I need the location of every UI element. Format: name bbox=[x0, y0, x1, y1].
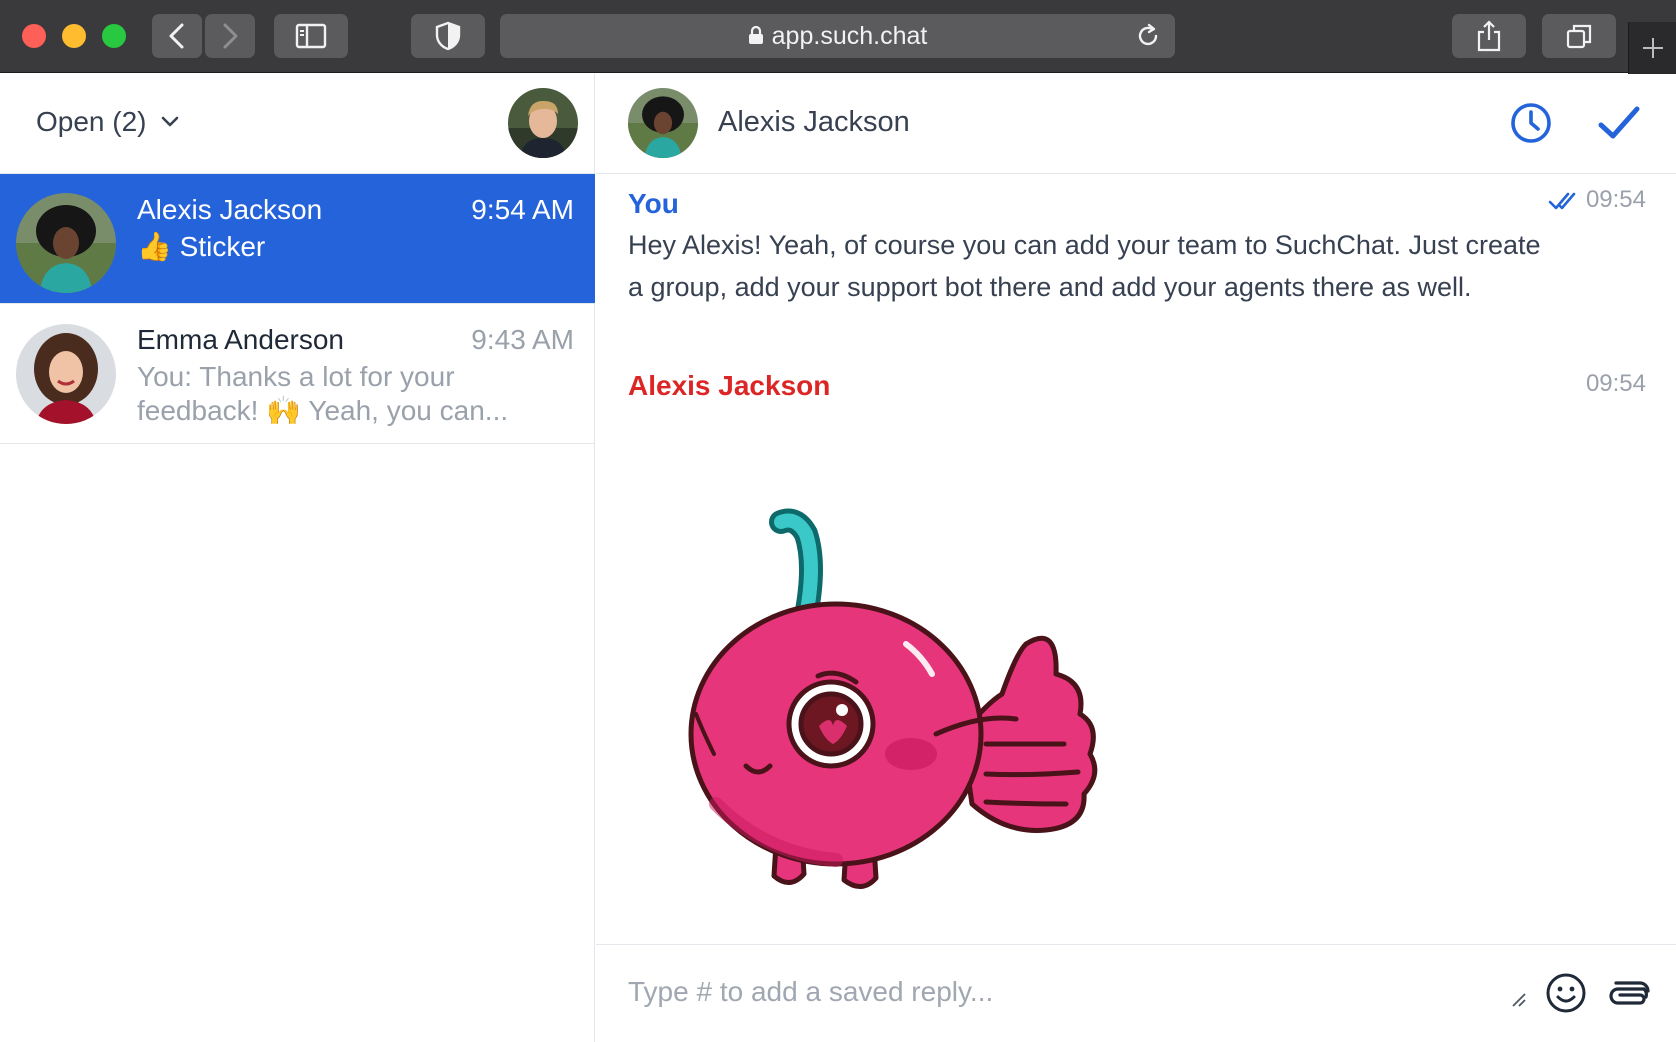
reload-icon[interactable] bbox=[1135, 23, 1161, 49]
share-icon bbox=[1477, 20, 1501, 52]
message-author: Alexis Jackson bbox=[628, 370, 831, 401]
preview-line-2: feedback! 🙌 Yeah, you can... bbox=[137, 394, 537, 428]
conversation-name: Alexis Jackson bbox=[137, 194, 323, 225]
conversation-list-header: Open (2) bbox=[0, 74, 595, 174]
sidebar-toggle-button[interactable] bbox=[274, 14, 348, 58]
clock-icon bbox=[1511, 103, 1551, 143]
raised-hands-icon: 🙌 bbox=[266, 395, 302, 426]
message-author: You bbox=[628, 188, 679, 219]
zoom-window-button[interactable] bbox=[102, 24, 126, 48]
message-time: 09:54 bbox=[1548, 186, 1646, 214]
message-time-text: 09:54 bbox=[1585, 186, 1646, 213]
paperclip-icon bbox=[1609, 981, 1650, 1005]
preview-text: Sticker bbox=[179, 231, 266, 262]
contact-avatar bbox=[16, 324, 116, 424]
forward-button[interactable] bbox=[205, 14, 255, 58]
chevron-left-icon bbox=[169, 23, 184, 49]
conversation-preview: 👍 Sticker bbox=[137, 230, 537, 264]
close-window-button[interactable] bbox=[22, 24, 46, 48]
cherry-thumbs-up-sticker bbox=[688, 508, 1098, 889]
preview-text-a: feedback! bbox=[137, 395, 267, 426]
privacy-shield-button[interactable] bbox=[411, 14, 485, 58]
shield-icon bbox=[435, 21, 461, 51]
resize-grip-icon bbox=[1512, 993, 1526, 1007]
lock-icon bbox=[748, 15, 764, 59]
emoji-button[interactable] bbox=[1544, 971, 1588, 1015]
checkmark-icon bbox=[1598, 106, 1640, 139]
sidebar-icon bbox=[295, 23, 327, 49]
attach-file-button[interactable] bbox=[1604, 971, 1652, 1015]
minimize-window-button[interactable] bbox=[62, 24, 86, 48]
chevron-right-icon bbox=[223, 23, 238, 49]
chat-contact-avatar[interactable] bbox=[628, 88, 698, 158]
conversation-item-emma-anderson[interactable]: Emma Anderson 9:43 AM You: Thanks a lot … bbox=[0, 304, 595, 444]
preview-text-b: Yeah, you can... bbox=[301, 395, 509, 426]
address-bar[interactable]: app.such.chat bbox=[500, 14, 1175, 58]
conversation-time: 9:43 AM bbox=[471, 324, 574, 355]
resize-handle[interactable] bbox=[1504, 985, 1534, 1015]
plus-icon bbox=[1643, 38, 1663, 58]
new-tab-button[interactable] bbox=[1628, 22, 1676, 74]
filter-label: Open (2) bbox=[36, 106, 147, 137]
conversation-list-panel: Open (2) Alexis Jackson 9:54 AM 👍 Sticke… bbox=[0, 74, 595, 1042]
resolve-button[interactable] bbox=[1594, 98, 1644, 148]
message-time: 09:54 bbox=[1585, 370, 1646, 397]
conversation-preview: You: Thanks a lot for your feedback! 🙌 Y… bbox=[137, 360, 537, 428]
snooze-button[interactable] bbox=[1506, 98, 1556, 148]
url-display[interactable]: app.such.chat bbox=[500, 14, 1175, 58]
chevron-down-icon bbox=[161, 116, 178, 127]
conversation-name: Emma Anderson bbox=[137, 324, 344, 355]
url-text: app.such.chat bbox=[771, 22, 928, 50]
thumbs-up-icon: 👍 bbox=[137, 231, 172, 262]
share-button[interactable] bbox=[1452, 14, 1526, 58]
tabs-icon bbox=[1566, 24, 1592, 49]
smiley-icon bbox=[1546, 973, 1586, 1013]
chat-header: Alexis Jackson bbox=[596, 74, 1676, 174]
conversation-item-alexis-jackson[interactable]: Alexis Jackson 9:54 AM 👍 Sticker bbox=[0, 174, 595, 304]
double-check-icon bbox=[1548, 192, 1576, 209]
chat-title: Alexis Jackson bbox=[718, 106, 910, 138]
message-composer bbox=[596, 944, 1676, 1042]
tab-overview-button[interactable] bbox=[1542, 14, 1616, 58]
message-text: Hey Alexis! Yeah, of course you can add … bbox=[628, 230, 1541, 302]
conversation-filter-dropdown[interactable]: Open (2) bbox=[36, 106, 179, 138]
back-button[interactable] bbox=[152, 14, 202, 58]
message-input[interactable] bbox=[628, 967, 1468, 1017]
preview-line-1: You: Thanks a lot for your bbox=[137, 361, 455, 392]
conversation-time: 9:54 AM bbox=[471, 194, 574, 225]
browser-titlebar: app.such.chat bbox=[0, 0, 1676, 74]
contact-avatar bbox=[16, 193, 116, 293]
chat-panel: Alexis Jackson You 09:54 Hey Alexis! Yea… bbox=[596, 74, 1676, 1042]
agent-avatar[interactable] bbox=[508, 88, 578, 158]
